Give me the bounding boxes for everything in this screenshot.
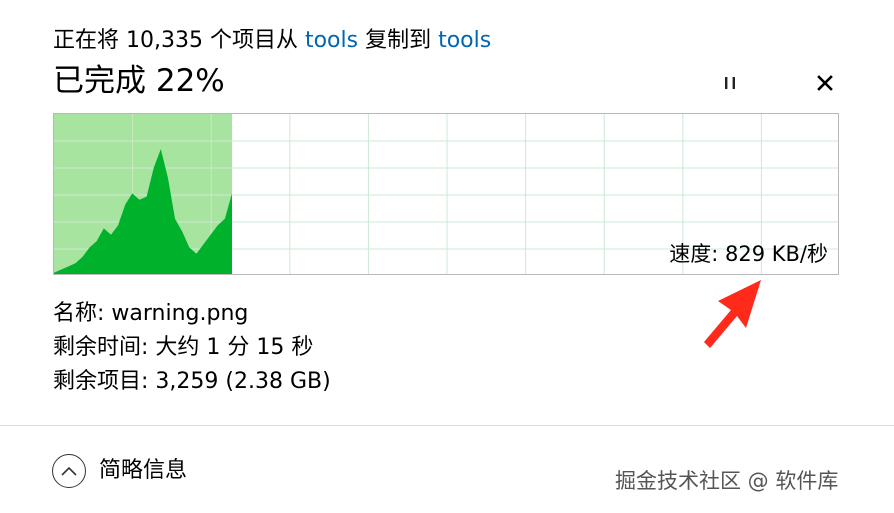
fewer-details-label: 简略信息: [99, 458, 188, 483]
copy-summary-middle: 复制到: [358, 28, 439, 53]
divider: [0, 425, 894, 426]
chevron-up-icon: [52, 454, 86, 488]
red-arrow-annotation: [704, 280, 761, 348]
close-button[interactable]: [808, 68, 842, 98]
transfer-speed-graph: 速度: 829 KB/秒: [53, 113, 839, 275]
copy-summary: 正在将 10,335 个项目从 tools 复制到 tools: [53, 26, 491, 56]
file-copy-dialog: 正在将 10,335 个项目从 tools 复制到 tools 已完成 22% …: [0, 0, 894, 513]
watermark-text: 掘金技术社区 @ 软件库: [615, 469, 839, 493]
progress-percent: 已完成 22%: [53, 63, 225, 99]
pause-button[interactable]: [712, 68, 748, 98]
speed-readout: 速度: 829 KB/秒: [669, 242, 828, 266]
fewer-details-toggle[interactable]: 简略信息: [52, 451, 187, 491]
source-folder-link[interactable]: tools: [305, 28, 358, 53]
copy-summary-prefix: 正在将 10,335 个项目从: [53, 28, 305, 53]
file-name: 名称: warning.png: [53, 301, 249, 326]
close-icon: [817, 75, 833, 91]
pause-icon: [725, 77, 735, 89]
time-remaining: 剩余时间: 大约 1 分 15 秒: [53, 335, 314, 360]
destination-folder-link[interactable]: tools: [438, 28, 491, 53]
items-remaining: 剩余项目: 3,259 (2.38 GB): [53, 369, 331, 394]
